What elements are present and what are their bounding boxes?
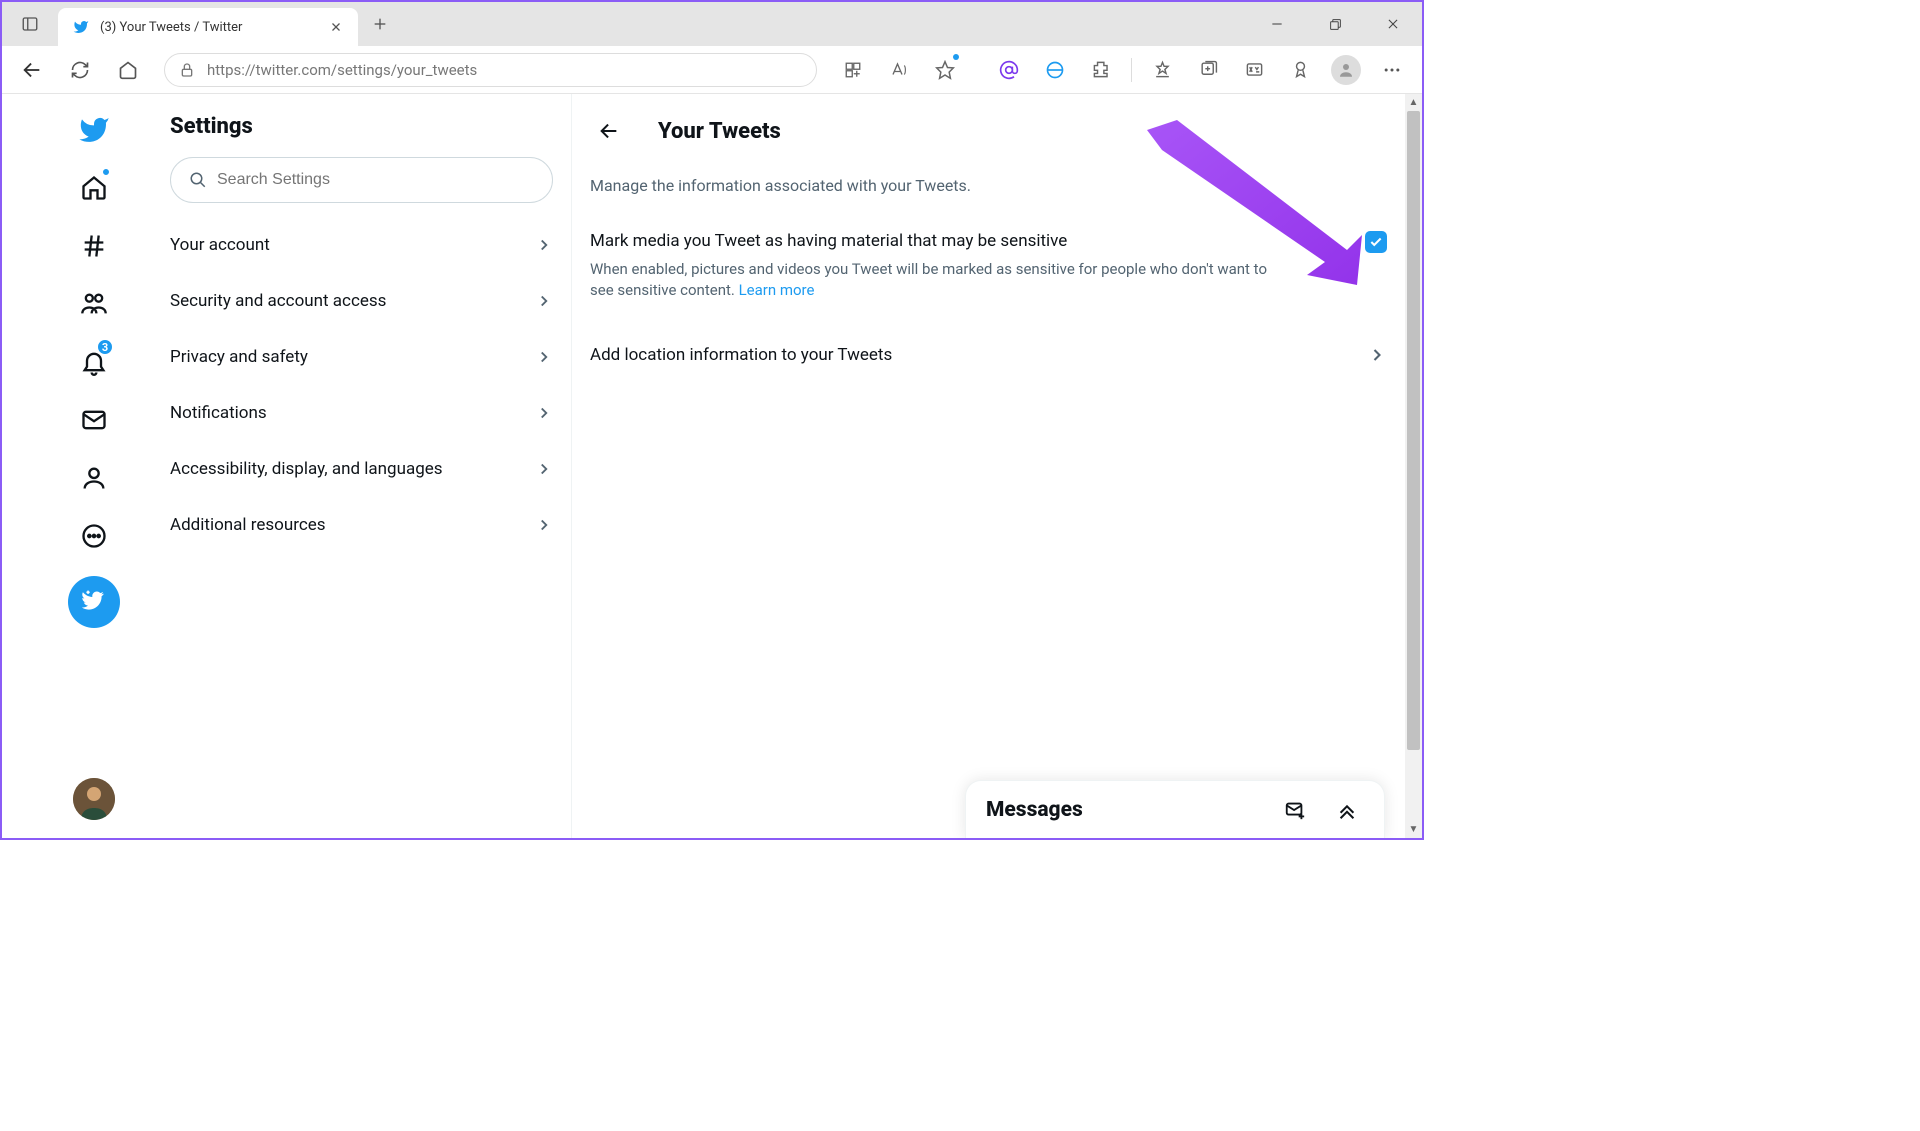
settings-item-accessibility[interactable]: Accessibility, display, and languages [152, 441, 571, 497]
profile-button[interactable] [1326, 50, 1366, 90]
browser-toolbar: https://twitter.com/settings/your_tweets [2, 46, 1422, 94]
toolbar-divider [1131, 58, 1132, 82]
twitter-favicon-icon [72, 18, 90, 36]
detail-description: Manage the information associated with y… [572, 162, 1405, 217]
scroll-up-button[interactable]: ▲ [1405, 94, 1422, 111]
browser-tab[interactable]: (3) Your Tweets / Twitter [58, 8, 358, 46]
chevron-right-icon [535, 348, 553, 366]
location-setting-row[interactable]: Add location information to your Tweets [572, 325, 1405, 385]
tab-actions-button[interactable] [2, 2, 58, 46]
rewards-icon[interactable] [1280, 50, 1320, 90]
apps-button[interactable] [833, 50, 873, 90]
browser-titlebar: (3) Your Tweets / Twitter [2, 2, 1422, 46]
search-icon [189, 171, 207, 189]
lock-icon [179, 62, 195, 78]
home-dot-badge [102, 168, 110, 176]
sensitive-title: Mark media you Tweet as having material … [590, 231, 1067, 251]
twitter-nav: 3 [2, 94, 152, 838]
check-icon [1369, 235, 1383, 249]
notifications-badge: 3 [96, 338, 114, 356]
extension-ie-icon[interactable] [1035, 50, 1075, 90]
chevron-right-icon [535, 236, 553, 254]
twitter-logo-icon[interactable] [68, 104, 120, 156]
close-window-button[interactable] [1364, 2, 1422, 46]
settings-item-notifications[interactable]: Notifications [152, 385, 571, 441]
extensions-button[interactable] [1081, 50, 1121, 90]
detail-title: Your Tweets [658, 119, 781, 144]
scroll-track[interactable] [1405, 111, 1422, 821]
nav-profile[interactable] [68, 452, 120, 504]
scroll-thumb[interactable] [1407, 111, 1420, 750]
collections-button[interactable] [1188, 50, 1228, 90]
sensitive-description: When enabled, pictures and videos you Tw… [590, 259, 1270, 301]
address-bar[interactable]: https://twitter.com/settings/your_tweets [164, 53, 817, 87]
search-settings-input[interactable] [170, 157, 553, 203]
new-message-button[interactable] [1278, 793, 1312, 827]
window-controls [1248, 2, 1422, 46]
sensitive-checkbox[interactable] [1365, 231, 1387, 253]
extension-at-icon[interactable] [989, 50, 1029, 90]
scroll-down-button[interactable]: ▼ [1405, 821, 1422, 838]
settings-item-resources[interactable]: Additional resources [152, 497, 571, 553]
learn-more-link[interactable]: Learn more [739, 281, 815, 299]
home-button[interactable] [108, 50, 148, 90]
nav-explore[interactable] [68, 220, 120, 272]
math-solver-icon[interactable] [1234, 50, 1274, 90]
refresh-button[interactable] [60, 50, 100, 90]
chevron-right-icon [535, 404, 553, 422]
detail-column: Your Tweets Manage the information assoc… [572, 94, 1405, 838]
settings-item-privacy[interactable]: Privacy and safety [152, 329, 571, 385]
favorites-button[interactable] [925, 50, 965, 90]
expand-messages-button[interactable] [1330, 793, 1364, 827]
page-scrollbar[interactable]: ▲ ▼ [1405, 94, 1422, 838]
back-button[interactable] [12, 50, 52, 90]
favorites-list-button[interactable] [1142, 50, 1182, 90]
minimize-button[interactable] [1248, 2, 1306, 46]
maximize-button[interactable] [1306, 2, 1364, 46]
nav-more[interactable] [68, 510, 120, 562]
settings-item-your-account[interactable]: Your account [152, 217, 571, 273]
chevron-right-icon [535, 516, 553, 534]
chevron-right-icon [535, 460, 553, 478]
nav-communities[interactable] [68, 278, 120, 330]
nav-messages[interactable] [68, 394, 120, 446]
nav-home[interactable] [68, 162, 120, 214]
tab-title: (3) Your Tweets / Twitter [100, 20, 318, 35]
detail-back-button[interactable] [590, 112, 628, 150]
chevron-right-icon [535, 292, 553, 310]
url-text: https://twitter.com/settings/your_tweets [207, 61, 802, 79]
compose-tweet-button[interactable] [68, 576, 120, 628]
messages-title: Messages [986, 798, 1083, 822]
settings-heading: Settings [152, 106, 571, 157]
more-button[interactable] [1372, 50, 1412, 90]
account-avatar[interactable] [73, 778, 115, 820]
messages-dock[interactable]: Messages [965, 780, 1385, 838]
settings-item-security[interactable]: Security and account access [152, 273, 571, 329]
chevron-right-icon [1367, 345, 1387, 365]
new-tab-button[interactable] [358, 2, 402, 46]
sensitive-media-setting: Mark media you Tweet as having material … [572, 217, 1405, 315]
settings-column: Settings Your account Security and accou… [152, 94, 572, 838]
tab-close-button[interactable] [328, 19, 344, 35]
nav-notifications[interactable]: 3 [68, 336, 120, 388]
read-aloud-button[interactable] [879, 50, 919, 90]
search-field[interactable] [217, 171, 534, 189]
